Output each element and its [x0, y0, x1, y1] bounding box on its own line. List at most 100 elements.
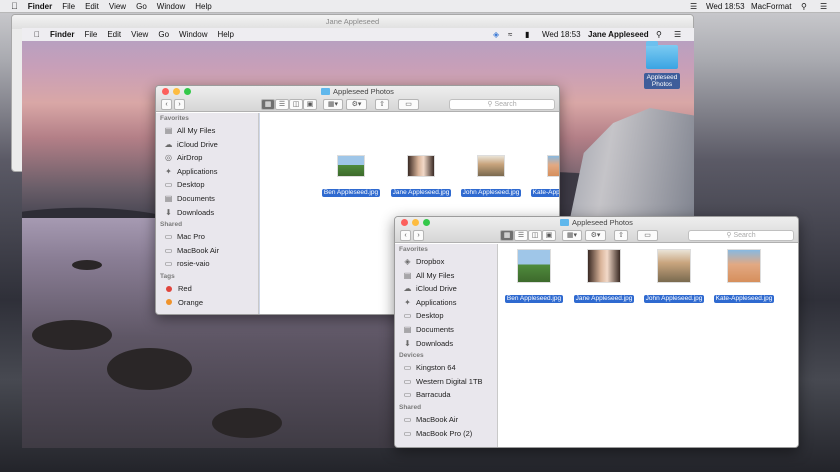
menu-clock[interactable]: Wed 18:53 [706, 0, 745, 13]
remote-notification-icon[interactable]: ☰ [674, 28, 681, 41]
sidebar-item[interactable]: ✦ Applications [156, 165, 258, 179]
cover-flow-button[interactable]: ▣ [542, 230, 556, 241]
search-input[interactable]: ⚲ Search [449, 99, 555, 110]
file-item[interactable]: Jane Appleseed.jpg [571, 249, 637, 303]
remote-menu-app-name[interactable]: Finder [50, 30, 74, 39]
wifi-icon[interactable]: ≈ [508, 28, 512, 41]
sidebar-item[interactable]: ⬇ Downloads [156, 206, 258, 220]
sidebar-item[interactable]: ▭ rosie-vaio [156, 257, 258, 271]
remote-menu-window[interactable]: Window [179, 30, 207, 39]
back-button[interactable]: ‹ [161, 99, 172, 110]
pc-icon: ▭ [164, 259, 173, 269]
file-item[interactable]: Ben Appleseed.jpg [318, 155, 384, 197]
forward-button[interactable]: › [174, 99, 185, 110]
menu-app-name[interactable]: Finder [28, 2, 52, 11]
host-menu-bar:  Finder File Edit View Go Window Help ☰… [0, 0, 840, 13]
cover-flow-button[interactable]: ▣ [303, 99, 317, 110]
sidebar-section-header: Shared [160, 221, 183, 229]
action-gear-icon[interactable]: ⚙▾ [346, 99, 367, 110]
file-item[interactable]: Ben Appleseed.jpg [501, 249, 567, 303]
sidebar: Favorites ▤ All My Files ☁ iCloud Drive ◎ AirD… [156, 113, 259, 314]
remote-menu-edit[interactable]: Edit [107, 30, 121, 39]
menu-help[interactable]: Help [195, 2, 211, 11]
battery-icon[interactable]: ▮ [525, 28, 529, 41]
share-icon[interactable]: ⇧ [614, 230, 628, 241]
applications-icon: ✦ [404, 297, 411, 307]
file-item[interactable]: John Appleseed.jpg [458, 155, 524, 197]
sidebar-item[interactable]: ▭ Desktop [156, 178, 258, 192]
menu-user[interactable]: MacFormat [751, 0, 791, 13]
sidebar-item[interactable]: ⬇ Downloads [395, 337, 497, 351]
sidebar-item[interactable]: ▭ MacBook Air [156, 244, 258, 258]
menu-extras-icon[interactable]: ☰ [690, 0, 697, 13]
sidebar-item-label: Western Digital 1TB [416, 376, 483, 386]
sidebar-item[interactable]: ▭ Kingston 64 [395, 361, 497, 375]
remote-menu-user[interactable]: Jane Appleseed [588, 28, 649, 41]
sidebar-item-label: All My Files [177, 126, 216, 135]
tag-icon[interactable]: ▭ [398, 99, 419, 110]
remote-menu-help[interactable]: Help [217, 30, 233, 39]
desktop-folder[interactable]: Appleseed Photos [644, 41, 680, 89]
arrange-button[interactable]: ▦▾ [323, 99, 343, 110]
column-view-button[interactable]: ◫ [289, 99, 303, 110]
sidebar-item[interactable]: ✦ Applications [395, 296, 497, 310]
search-input[interactable]: ⚲ Search [688, 230, 794, 241]
files-icon: ▤ [403, 270, 412, 280]
remote-menu-bar:  Finder File Edit View Go Window Help ◈… [22, 28, 694, 41]
share-icon[interactable]: ⇧ [375, 99, 389, 110]
forward-button[interactable]: › [413, 230, 424, 241]
icon-view-button[interactable]: ▦ [261, 99, 275, 110]
sidebar-item[interactable]: ▭ MacBook Pro (2) [395, 427, 497, 441]
sidebar-item[interactable]: ▭ Barracuda [395, 388, 497, 402]
remote-apple-menu-icon[interactable]:  [34, 30, 40, 39]
remote-spotlight-icon[interactable]: ⚲ [656, 28, 662, 41]
menu-window[interactable]: Window [157, 2, 185, 11]
file-item[interactable]: Kate-Appleseed.jpg [711, 249, 777, 303]
remote-menu-view[interactable]: View [131, 30, 148, 39]
rock [107, 348, 192, 390]
menu-view[interactable]: View [109, 2, 126, 11]
notification-center-icon[interactable]: ☰ [820, 0, 827, 13]
sidebar-item-label: Downloads [177, 207, 215, 217]
back-button[interactable]: ‹ [400, 230, 411, 241]
sidebar-item[interactable]: ▤ Documents [395, 323, 497, 337]
spotlight-icon[interactable]: ⚲ [801, 0, 807, 13]
sidebar-item[interactable]: ☁ iCloud Drive [395, 282, 497, 296]
sidebar-item[interactable]: ◎ AirDrop [156, 151, 258, 165]
dropbox-menu-icon[interactable]: ◈ [493, 28, 499, 41]
sidebar-item[interactable]: ◈ Dropbox [395, 255, 497, 269]
sidebar-item[interactable]: Orange [156, 296, 258, 310]
remote-menu-file[interactable]: File [84, 30, 97, 39]
computer-icon: ▭ [164, 232, 173, 242]
file-item[interactable]: John Appleseed.jpg [641, 249, 707, 303]
menu-file[interactable]: File [62, 2, 75, 11]
action-gear-icon[interactable]: ⚙▾ [585, 230, 606, 241]
remote-menu-clock[interactable]: Wed 18:53 [542, 28, 581, 41]
menu-go[interactable]: Go [136, 2, 147, 11]
sidebar-item[interactable]: ▭ Mac Pro [156, 230, 258, 244]
sidebar-item[interactable]: ▤ All My Files [395, 269, 497, 283]
file-item[interactable]: Jane Appleseed.jpg [388, 155, 454, 197]
menu-edit[interactable]: Edit [85, 2, 99, 11]
list-view-button[interactable]: ☰ [514, 230, 528, 241]
arrange-button[interactable]: ▦▾ [562, 230, 582, 241]
list-view-button[interactable]: ☰ [275, 99, 289, 110]
sidebar-item[interactable]: ☁ iCloud Drive [156, 138, 258, 152]
remote-menu-go[interactable]: Go [158, 30, 169, 39]
sidebar-item-label: iCloud Drive [416, 284, 457, 294]
sidebar-item[interactable]: ▤ Documents [156, 192, 258, 206]
tag-icon[interactable]: ▭ [637, 230, 658, 241]
file-item[interactable]: Kate-Appleseed.jpg [528, 155, 559, 197]
apple-menu-icon[interactable]:  [11, 1, 18, 11]
sidebar-item[interactable]: Red [156, 282, 258, 296]
sidebar-item[interactable]: ▭ Western Digital 1TB [395, 375, 497, 389]
sidebar-item[interactable]: ▭ Desktop [395, 309, 497, 323]
icon-view-button[interactable]: ▦ [500, 230, 514, 241]
laptop-icon: ▭ [164, 245, 173, 255]
image-thumbnail [517, 249, 551, 283]
file-name-label: Jane Appleseed.jpg [573, 295, 635, 303]
sidebar-item[interactable]: ▭ MacBook Air [395, 413, 497, 427]
column-view-button[interactable]: ◫ [528, 230, 542, 241]
sidebar-item-label: All My Files [416, 270, 455, 280]
sidebar-item[interactable]: ▤ All My Files [156, 124, 258, 138]
